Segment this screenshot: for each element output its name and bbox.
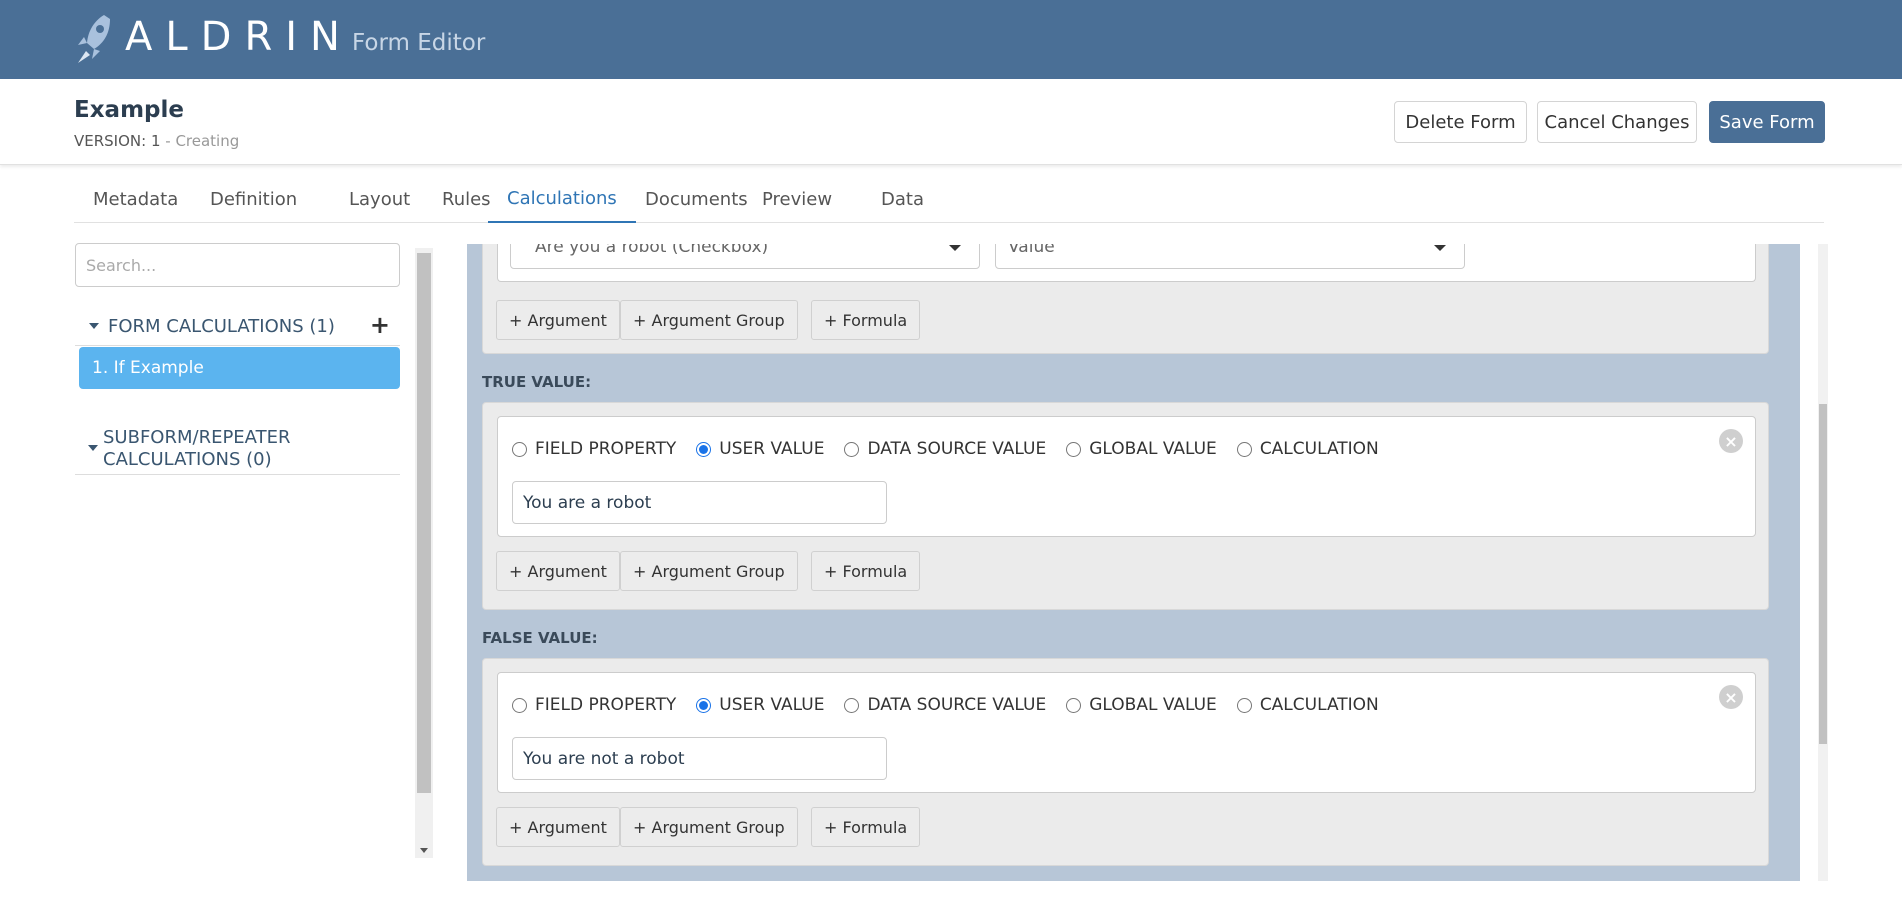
field-select[interactable]: Are you a robot (Checkbox) xyxy=(510,244,980,269)
false-value-group: FIELD PROPERTY USER VALUE DATA SOURCE VA… xyxy=(482,658,1769,866)
rocket-icon xyxy=(78,15,110,63)
calculation-editor-panel: Are you a robot (Checkbox) Value + Argum… xyxy=(467,244,1800,881)
version-label: VERSION: 1 - Creating xyxy=(74,132,239,150)
radio-global-value[interactable] xyxy=(1066,697,1082,713)
caret-down-icon xyxy=(89,323,99,329)
delete-form-button[interactable]: Delete Form xyxy=(1394,101,1527,143)
tab-definition[interactable]: Definition xyxy=(191,175,316,223)
sidebar-scrollbar[interactable] xyxy=(415,248,433,858)
close-icon[interactable]: × xyxy=(1719,685,1743,709)
cancel-changes-button[interactable]: Cancel Changes xyxy=(1537,101,1697,143)
option-field-property[interactable]: FIELD PROPERTY xyxy=(512,439,676,459)
option-user-value[interactable]: USER VALUE xyxy=(696,439,824,459)
false-value-input[interactable]: You are not a robot xyxy=(512,737,887,780)
true-value-input[interactable]: You are a robot xyxy=(512,481,887,524)
true-value-label: TRUE VALUE: xyxy=(482,373,592,391)
main-scrollbar[interactable] xyxy=(1818,244,1828,881)
caret-down-icon xyxy=(88,445,98,451)
add-formula-button[interactable]: + Formula xyxy=(811,551,921,591)
form-title: Example xyxy=(74,97,184,123)
radio-calculation[interactable] xyxy=(1236,441,1252,457)
radio-field-property[interactable] xyxy=(512,697,527,713)
radio-data-source-value[interactable] xyxy=(844,441,860,457)
close-icon[interactable]: × xyxy=(1719,429,1743,453)
tab-metadata[interactable]: Metadata xyxy=(74,175,197,223)
option-global-value[interactable]: GLOBAL VALUE xyxy=(1066,439,1217,459)
subform-label-line1: SUBFORM/REPEATER xyxy=(103,427,291,448)
editor-tabs: Metadata Definition Layout Rules Calcula… xyxy=(74,175,1824,223)
field-select-value: Are you a robot (Checkbox) xyxy=(535,244,769,257)
value-type-options: FIELD PROPERTY USER VALUE DATA SOURCE VA… xyxy=(512,437,1399,461)
brand-logo: ALDRIN xyxy=(125,14,353,60)
condition-group: Are you a robot (Checkbox) Value + Argum… xyxy=(482,244,1769,354)
form-header: Example VERSION: 1 - Creating Delete For… xyxy=(0,79,1902,165)
option-label: CALCULATION xyxy=(1259,695,1379,715)
radio-data-source-value[interactable] xyxy=(844,697,860,713)
option-calculation[interactable]: CALCULATION xyxy=(1236,695,1379,715)
calculation-search-input[interactable]: Search... xyxy=(75,243,400,287)
radio-global-value[interactable] xyxy=(1066,441,1082,457)
add-argument-group-button[interactable]: + Argument Group xyxy=(620,807,798,847)
option-calculation[interactable]: CALCULATION xyxy=(1236,439,1379,459)
radio-calculation[interactable] xyxy=(1236,697,1252,713)
add-argument-button[interactable]: + Argument xyxy=(496,807,620,847)
subform-label-line2: CALCULATIONS (0) xyxy=(103,449,272,470)
form-calculations-label: FORM CALCULATIONS (1) xyxy=(108,316,335,337)
option-user-value[interactable]: USER VALUE xyxy=(696,695,824,715)
save-form-button[interactable]: Save Form xyxy=(1709,101,1825,143)
scrollbar-thumb[interactable] xyxy=(417,253,431,793)
option-label: GLOBAL VALUE xyxy=(1089,695,1217,715)
tab-calculations[interactable]: Calculations xyxy=(488,175,636,223)
option-label: DATA SOURCE VALUE xyxy=(867,439,1047,459)
true-value-group: FIELD PROPERTY USER VALUE DATA SOURCE VA… xyxy=(482,402,1769,610)
scrollbar-thumb[interactable] xyxy=(1819,404,1827,744)
option-label: FIELD PROPERTY xyxy=(535,695,677,715)
tab-preview[interactable]: Preview xyxy=(743,175,851,223)
option-label: FIELD PROPERTY xyxy=(535,439,677,459)
radio-field-property[interactable] xyxy=(512,441,527,457)
tab-data[interactable]: Data xyxy=(862,175,943,223)
add-calculation-icon[interactable]: + xyxy=(370,311,390,339)
calculation-item-if-example[interactable]: 1. If Example xyxy=(79,347,400,389)
option-label: USER VALUE xyxy=(719,695,825,715)
property-select[interactable]: Value xyxy=(995,244,1465,269)
false-value-label: FALSE VALUE: xyxy=(482,629,598,647)
condition-card: Are you a robot (Checkbox) Value xyxy=(497,244,1756,282)
option-data-source-value[interactable]: DATA SOURCE VALUE xyxy=(844,695,1046,715)
tab-layout[interactable]: Layout xyxy=(330,175,429,223)
true-value-card: FIELD PROPERTY USER VALUE DATA SOURCE VA… xyxy=(497,416,1756,537)
app-name: Form Editor xyxy=(352,30,486,56)
option-label: DATA SOURCE VALUE xyxy=(867,695,1047,715)
form-calculations-header[interactable]: FORM CALCULATIONS (1) + xyxy=(75,311,400,346)
subform-calculations-label: SUBFORM/REPEATER CALCULATIONS (0) xyxy=(103,427,290,471)
value-type-options: FIELD PROPERTY USER VALUE DATA SOURCE VA… xyxy=(512,693,1399,717)
version-number: VERSION: 1 xyxy=(74,132,161,150)
option-global-value[interactable]: GLOBAL VALUE xyxy=(1066,695,1217,715)
scroll-down-arrow-icon[interactable] xyxy=(420,848,428,853)
chevron-down-icon xyxy=(949,245,961,251)
radio-user-value[interactable] xyxy=(696,697,712,713)
chevron-down-icon xyxy=(1434,245,1446,251)
false-value-card: FIELD PROPERTY USER VALUE DATA SOURCE VA… xyxy=(497,672,1756,793)
top-bar: ALDRIN Form Editor xyxy=(0,0,1902,79)
option-label: GLOBAL VALUE xyxy=(1089,439,1217,459)
option-label: USER VALUE xyxy=(719,439,825,459)
add-argument-button[interactable]: + Argument xyxy=(496,551,620,591)
add-argument-group-button[interactable]: + Argument Group xyxy=(620,551,798,591)
property-select-value: Value xyxy=(1008,244,1055,257)
add-formula-button[interactable]: + Formula xyxy=(811,807,921,847)
add-argument-group-button[interactable]: + Argument Group xyxy=(620,300,798,340)
subform-calculations-header[interactable]: SUBFORM/REPEATER CALCULATIONS (0) xyxy=(75,425,400,475)
option-field-property[interactable]: FIELD PROPERTY xyxy=(512,695,676,715)
option-label: CALCULATION xyxy=(1259,439,1379,459)
option-data-source-value[interactable]: DATA SOURCE VALUE xyxy=(844,439,1046,459)
add-formula-button[interactable]: + Formula xyxy=(811,300,921,340)
add-argument-button[interactable]: + Argument xyxy=(496,300,620,340)
version-status: - Creating xyxy=(160,132,240,150)
radio-user-value[interactable] xyxy=(696,441,712,457)
